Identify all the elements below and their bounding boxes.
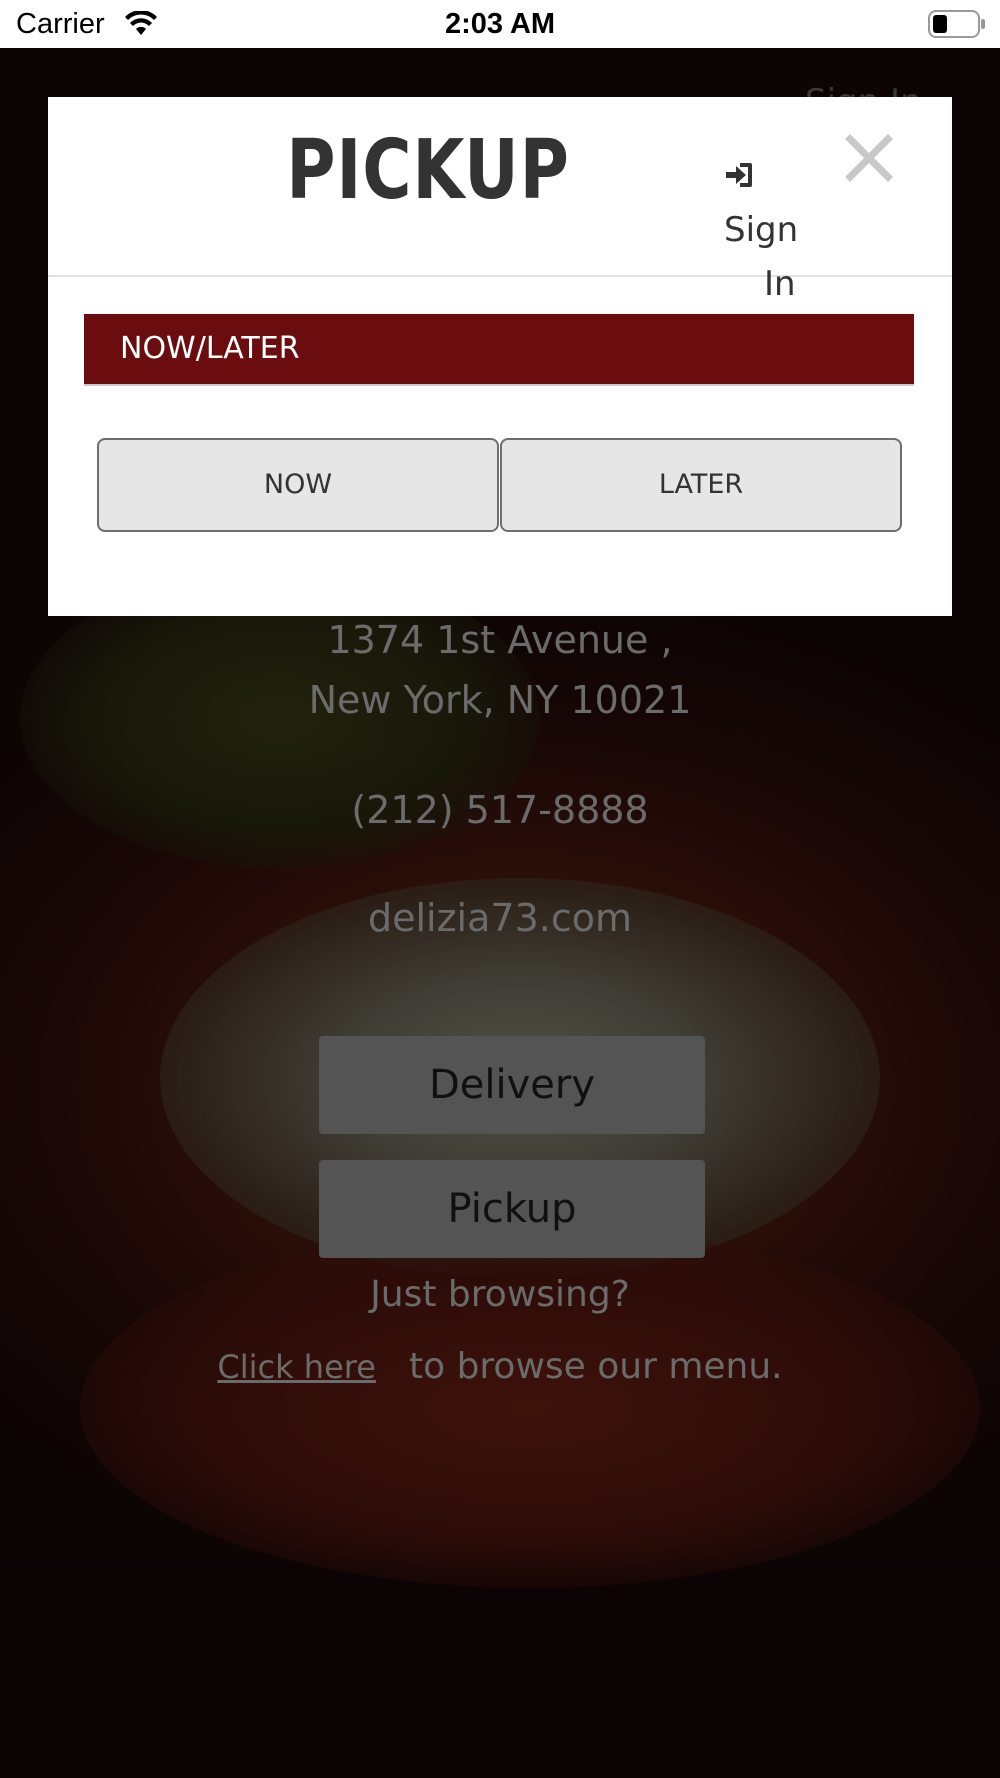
sign-in-label-line1: Sign [724, 210, 799, 250]
address-line-2: New York, NY 10021 [308, 678, 692, 722]
later-button[interactable]: LATER [500, 438, 902, 532]
address-line-1: 1374 1st Avenue , [327, 618, 673, 662]
sign-in-icon [726, 163, 752, 187]
now-later-section-header: NOW/LATER [84, 314, 914, 386]
browse-menu-text: to browse our menu. [408, 1346, 783, 1387]
modal-header: PICKUP Sign In [48, 97, 952, 304]
close-icon[interactable] [844, 133, 894, 183]
click-here-link[interactable]: Click here [217, 1348, 376, 1386]
pickup-modal: PICKUP Sign In NOW/LATER NOW LATER [48, 97, 952, 616]
browse-menu-row: Click here to browse our menu. [0, 1346, 1000, 1387]
just-browsing-text: Just browsing? [370, 1274, 630, 1315]
section-label: NOW/LATER [120, 331, 300, 366]
clock-time: 2:03 AM [444, 8, 556, 40]
phone-number[interactable]: (212) 517-8888 [0, 788, 1000, 832]
status-bar: Carrier 2:03 AM [0, 0, 1000, 48]
sign-in-link[interactable]: Sign In [724, 149, 834, 311]
pickup-button[interactable]: Pickup [319, 1160, 705, 1258]
sign-in-label-line2: In [764, 264, 796, 304]
now-button[interactable]: NOW [97, 438, 499, 532]
delivery-button[interactable]: Delivery [319, 1036, 705, 1134]
battery-icon [928, 10, 985, 38]
website-link[interactable]: delizia73.com [0, 896, 1000, 940]
modal-title: PICKUP [286, 123, 570, 218]
